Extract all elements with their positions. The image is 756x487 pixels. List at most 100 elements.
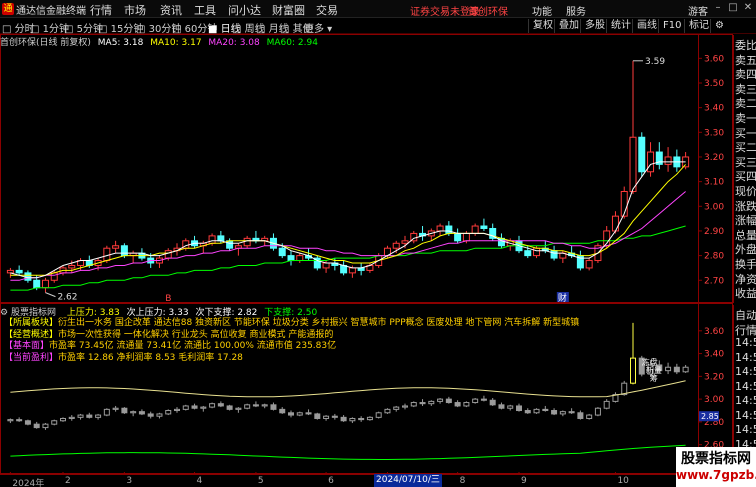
ind-candle-body bbox=[428, 400, 435, 405]
date-axis-label: 4 bbox=[196, 476, 203, 486]
date-axis-label: 2 bbox=[65, 476, 71, 486]
quote-panel-label: 委比 bbox=[735, 39, 756, 52]
quote-panel-label: 卖四 bbox=[735, 68, 756, 82]
ind-candle-body bbox=[594, 407, 601, 416]
quote-panel-label: 净资 bbox=[735, 272, 756, 286]
tick-panel-label: 14:56 bbox=[735, 394, 756, 407]
main-y-tick-label: 3.10 bbox=[704, 178, 724, 188]
watermark-name: 股票指标网 bbox=[681, 451, 751, 467]
quote-panel: 委比 卖五 卖四 卖三 卖二 卖一 买一 买二 买三 买四 现价 涨跌 涨幅 总量 外盘 换手 净资 收益 bbox=[733, 35, 756, 303]
tick-panel-label: 14:56 bbox=[735, 379, 756, 393]
ind-candle-body bbox=[261, 404, 268, 407]
quote-panel-label: 买一 bbox=[735, 126, 756, 140]
quote-panel-label: 卖三 bbox=[735, 82, 756, 96]
ind-candle-body bbox=[437, 398, 444, 402]
candle-body bbox=[664, 156, 672, 165]
ind-candle-body bbox=[33, 423, 40, 429]
ma5-line bbox=[10, 161, 686, 279]
ind-candle-body bbox=[524, 410, 531, 414]
quote-panel-label: 买四 bbox=[735, 170, 756, 184]
ind-candle-body bbox=[147, 413, 154, 417]
ind-y-tick-label: 3.20 bbox=[704, 372, 724, 382]
candle-body bbox=[15, 269, 23, 274]
candle-body bbox=[480, 225, 488, 229]
ind-candle-body bbox=[603, 400, 610, 409]
stock-info-box: 【所属板块】衍生出一水务 国企改革 通达信88 独资新区 节能环保 垃圾分类 乡… bbox=[4, 318, 579, 364]
second-lower-label: 次下支撑: 2.82 bbox=[195, 308, 258, 318]
main-y-tick-label: 3.00 bbox=[704, 202, 724, 212]
indicator-name[interactable]: ⚙ 股票指标网 bbox=[0, 308, 60, 318]
chart-stock-name: 首创环保(日线 前复权) bbox=[0, 38, 91, 48]
candle-body bbox=[208, 235, 216, 244]
candle-body bbox=[401, 240, 409, 244]
ind-candle-body bbox=[480, 398, 487, 401]
chart-canvas[interactable]: 3.60 3.50 3.40 3.30 3.20 3.10 3.00 2.90 2.80 2.70… bbox=[0, 0, 733, 487]
date-axis-label: 9 bbox=[521, 476, 527, 486]
ma20-label: MA20: 3.08 bbox=[208, 38, 260, 48]
candle-body bbox=[647, 151, 655, 173]
main-y-tick-label: 3.30 bbox=[704, 128, 724, 138]
candle-body bbox=[462, 232, 470, 242]
buy-marker: B bbox=[165, 294, 171, 304]
quote-panel-label: 外盘 bbox=[735, 243, 756, 257]
ind-candle-body bbox=[130, 411, 137, 414]
ind-y-tick-label: 3.00 bbox=[704, 395, 724, 405]
candle-body bbox=[41, 279, 49, 289]
candle-body bbox=[33, 279, 41, 289]
chip-label: 筹 bbox=[650, 373, 658, 383]
ind-y-tick-label: 3.60 bbox=[704, 327, 724, 337]
ind-candle-body bbox=[533, 408, 540, 414]
candle-body bbox=[638, 136, 646, 173]
quote-panel-label: 买三 bbox=[735, 155, 756, 169]
ind-candle-body bbox=[314, 413, 321, 419]
candle-body bbox=[217, 235, 225, 242]
ind-candle-body bbox=[445, 398, 452, 404]
quote-panel-label: 收益 bbox=[735, 287, 756, 301]
watermark-url: www.7gpzb.com bbox=[676, 468, 756, 482]
close-icon[interactable]: ✕ bbox=[742, 2, 754, 14]
ma10-label: MA10: 3.17 bbox=[150, 38, 202, 48]
candle-body bbox=[392, 242, 400, 249]
quote-panel-label: 换手 bbox=[735, 258, 756, 271]
ind-candle-body bbox=[200, 406, 207, 409]
ind-candle-body bbox=[121, 407, 128, 414]
ind-candle-body bbox=[577, 412, 584, 419]
ind-upper-band bbox=[10, 380, 686, 398]
ind-candle-body bbox=[516, 405, 522, 412]
ind-candle-body bbox=[252, 404, 259, 407]
ind-candle-body bbox=[323, 415, 330, 419]
ma10-line bbox=[10, 164, 686, 276]
second-upper-label: 次上压力: 3.33 bbox=[126, 308, 189, 318]
ind-candle-body bbox=[673, 366, 680, 373]
quote-panel-label: 现价 bbox=[735, 185, 756, 198]
ind-candle-body bbox=[217, 403, 224, 407]
candle-body bbox=[112, 245, 120, 249]
candle-body bbox=[68, 264, 76, 269]
candle-body bbox=[322, 262, 330, 269]
ind-candle-body bbox=[226, 405, 233, 410]
ind-candle-body bbox=[279, 408, 286, 414]
ind-candle-body bbox=[402, 405, 408, 408]
quote-panel-label: 涨跌 bbox=[735, 199, 756, 213]
ind-y-tick-label: 3.40 bbox=[704, 350, 724, 360]
tick-panel-label: 14:56 bbox=[735, 336, 756, 349]
ind-candle-body bbox=[463, 402, 470, 407]
ind-candle-body bbox=[182, 405, 189, 410]
ind-candle-body bbox=[498, 404, 505, 409]
ind-candle-body bbox=[358, 417, 365, 421]
lower-support-label: 下支撑: 2.50 bbox=[264, 308, 318, 318]
candle-body bbox=[550, 250, 558, 259]
main-y-tick-label: 3.20 bbox=[704, 153, 724, 163]
ind-candle-body bbox=[209, 403, 216, 408]
main-y-tick-label: 3.40 bbox=[704, 104, 724, 114]
ind-candle-body bbox=[7, 419, 14, 422]
ind-candle-body bbox=[410, 402, 417, 407]
ind-candle-body bbox=[472, 398, 479, 404]
candle-body bbox=[120, 245, 128, 257]
date-axis-label: 8 bbox=[459, 476, 466, 486]
ind-candle-body bbox=[665, 366, 672, 372]
ind-candle-body bbox=[340, 416, 347, 422]
tick-panel-label: 14:56 bbox=[735, 350, 756, 364]
main-y-tick-label: 3.50 bbox=[704, 79, 724, 89]
quote-panel-label: 卖一 bbox=[735, 112, 756, 125]
